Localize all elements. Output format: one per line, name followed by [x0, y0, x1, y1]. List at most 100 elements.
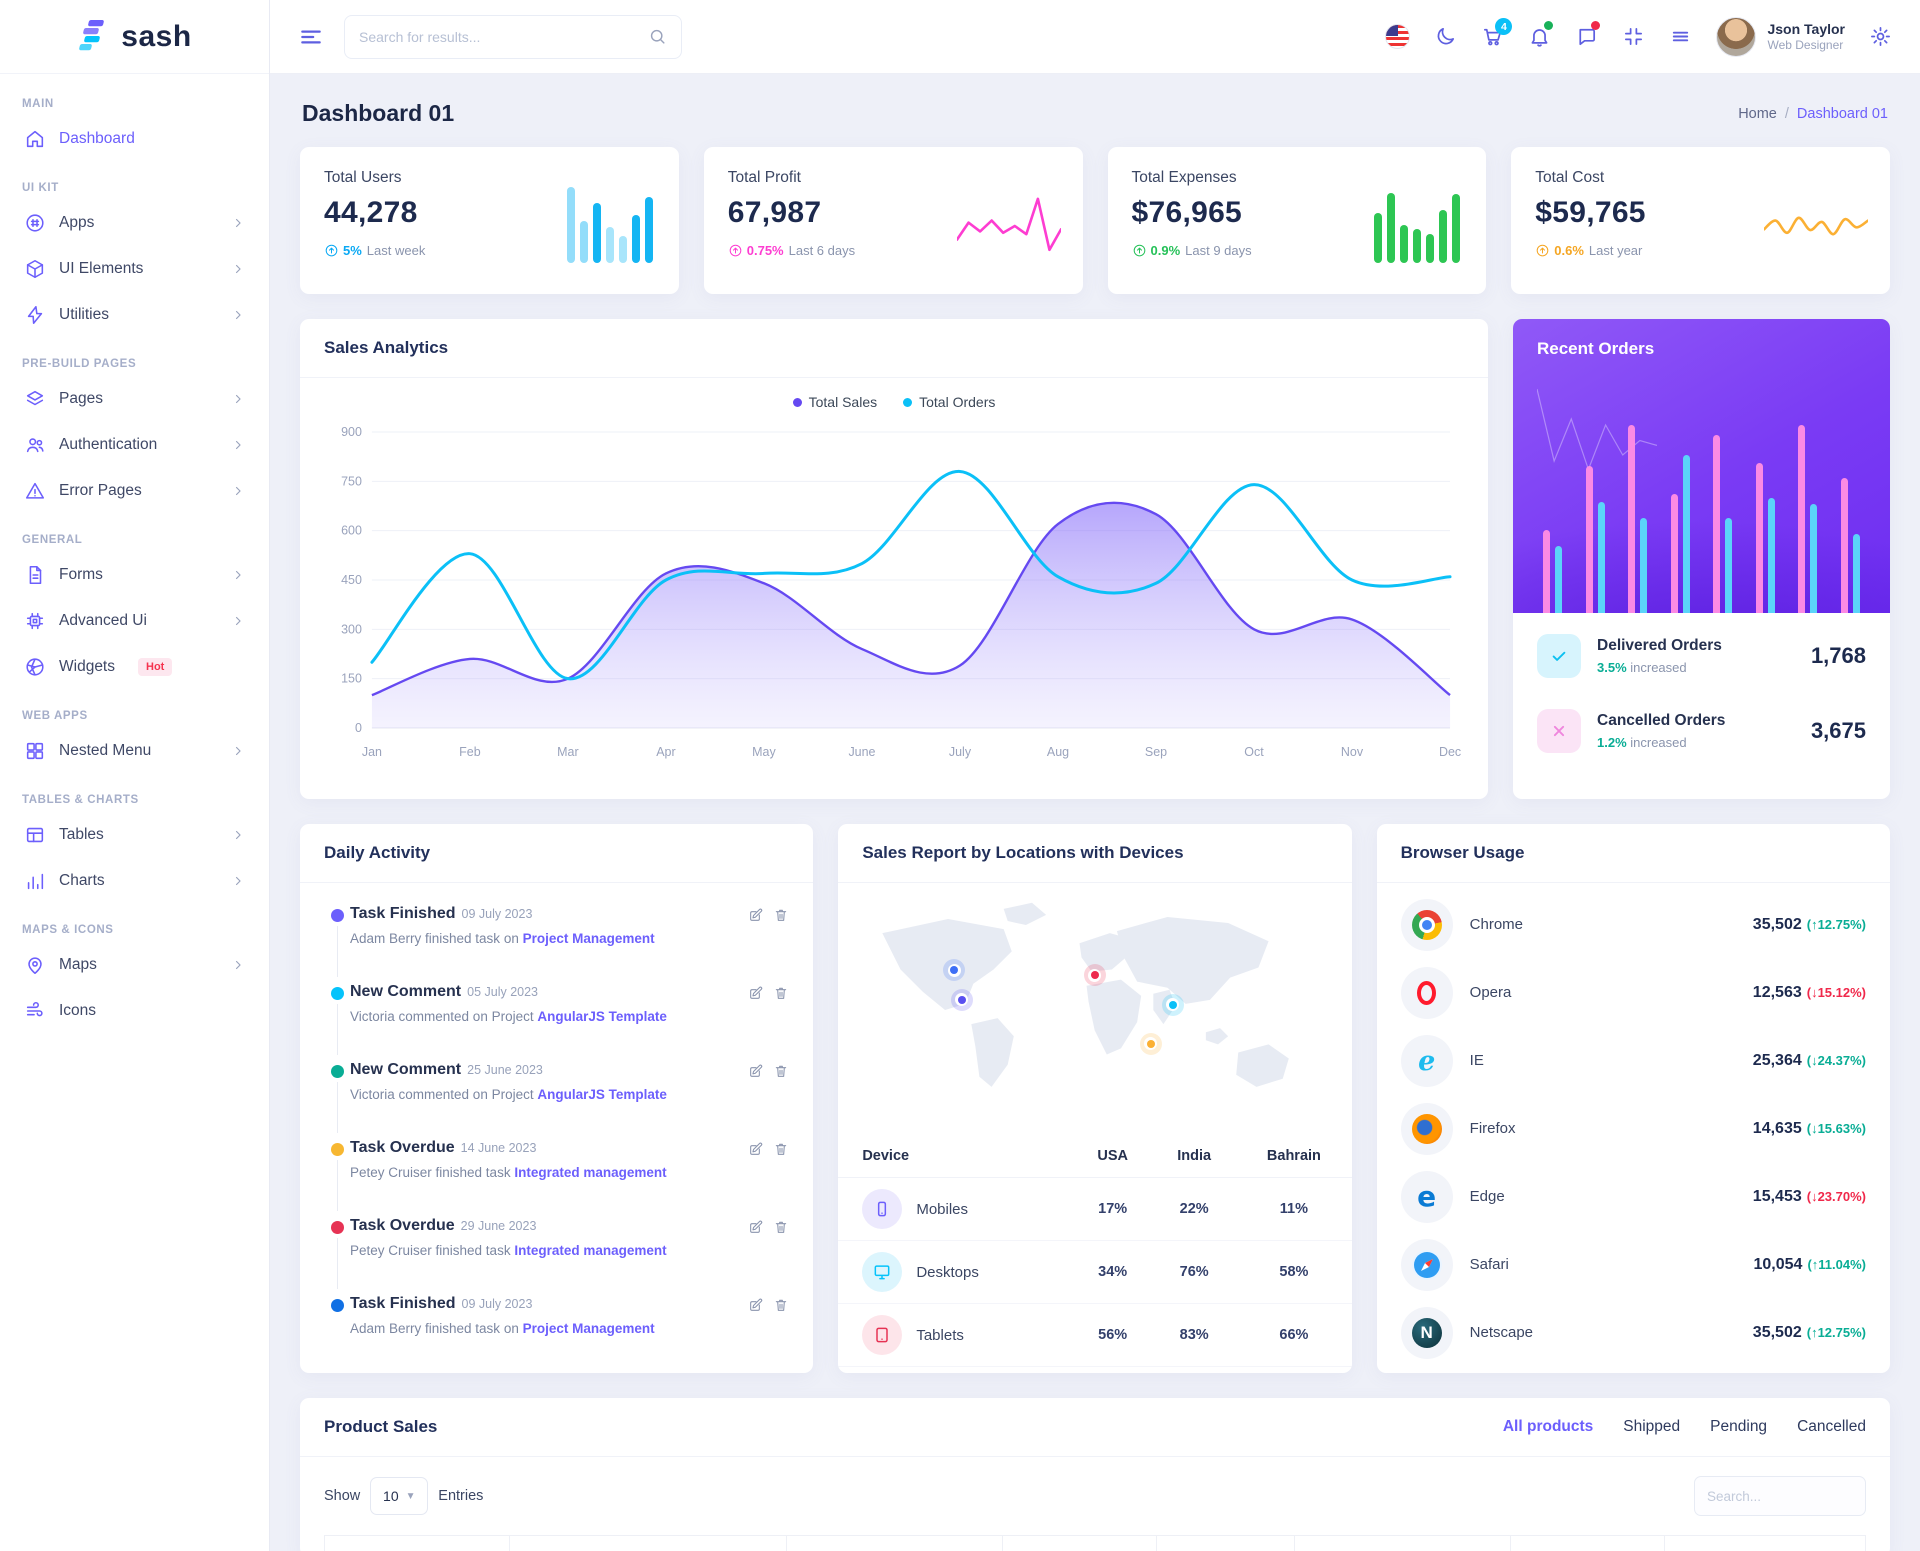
message-dot — [1591, 21, 1600, 30]
edit-icon[interactable] — [748, 985, 764, 1001]
sidebar-item-widgets[interactable]: Widgets Hot — [22, 644, 247, 690]
sidebar-item-pages[interactable]: Pages — [22, 376, 247, 422]
entries-select[interactable]: 10 ▼ — [370, 1477, 428, 1515]
edit-icon[interactable] — [748, 1219, 764, 1235]
activity-date: 05 July 2023 — [467, 985, 538, 999]
tab-pending[interactable]: Pending — [1710, 1418, 1767, 1436]
sidebar-item-tables[interactable]: Tables — [22, 812, 247, 858]
orders-summary-list: Delivered Orders 3.5% increased 1,768 Ca… — [1513, 613, 1890, 763]
notifications-bell-icon[interactable] — [1528, 25, 1551, 48]
map-location-dot[interactable] — [1140, 1033, 1162, 1055]
edit-icon[interactable] — [748, 1297, 764, 1313]
table-column-stub — [510, 1536, 787, 1551]
search-icon[interactable] — [648, 27, 667, 46]
sidebar-toggle-button[interactable] — [298, 24, 324, 50]
messages-icon[interactable] — [1575, 25, 1598, 48]
trash-icon[interactable] — [773, 1219, 789, 1235]
sidebar-item-dashboard[interactable]: Dashboard — [22, 116, 247, 162]
device-usa-value: 17% — [1073, 1178, 1152, 1241]
map-location-dot[interactable] — [1162, 994, 1184, 1016]
trash-icon[interactable] — [773, 1297, 789, 1313]
netscape-browser-icon: N — [1401, 1307, 1453, 1359]
breadcrumb-home[interactable]: Home — [1738, 106, 1777, 122]
stat-sparkline — [957, 185, 1061, 263]
dark-mode-icon[interactable] — [1434, 25, 1457, 48]
edit-icon[interactable] — [748, 1141, 764, 1157]
sales-report-card: Sales Report by Locations with Devices — [838, 824, 1351, 1373]
device-table-header: USA — [1073, 1135, 1152, 1178]
aperture-icon — [24, 656, 46, 678]
sidebar-item-advanced-ui[interactable]: Advanced Ui — [22, 598, 247, 644]
sidebar-item-error-pages[interactable]: Error Pages — [22, 468, 247, 514]
orders-bar-group — [1671, 415, 1690, 613]
browser-name: Chrome — [1470, 916, 1523, 933]
stat-sparkline — [1358, 183, 1460, 263]
right-panel-toggle-icon[interactable] — [1669, 25, 1692, 48]
activity-link[interactable]: Project Management — [523, 1321, 655, 1336]
chevron-right-icon — [231, 958, 245, 972]
trash-icon[interactable] — [773, 985, 789, 1001]
activity-link[interactable]: Integrated management — [514, 1165, 666, 1180]
edit-icon[interactable] — [748, 907, 764, 923]
activity-date: 09 July 2023 — [462, 1297, 533, 1311]
orders-bar-group — [1798, 415, 1817, 613]
cart-icon[interactable]: 4 — [1481, 25, 1504, 48]
device-bahrain-value: 11% — [1236, 1178, 1351, 1241]
browser-value: 15,453 — [1753, 1188, 1802, 1206]
sidebar-item-charts[interactable]: Charts — [22, 858, 247, 904]
trash-icon[interactable] — [773, 907, 789, 923]
settings-gear-icon[interactable] — [1869, 25, 1892, 48]
browser-value: 14,635 — [1753, 1120, 1802, 1138]
sidebar-item-maps[interactable]: Maps — [22, 942, 247, 988]
tab-all-products[interactable]: All products — [1503, 1418, 1593, 1436]
search-input[interactable] — [359, 29, 638, 45]
trash-icon[interactable] — [773, 1141, 789, 1157]
sidebar-item-authentication[interactable]: Authentication — [22, 422, 247, 468]
table-row: Mobiles 17%22%11% — [838, 1178, 1351, 1241]
map-location-dot[interactable] — [951, 989, 973, 1011]
svg-text:Dec: Dec — [1439, 745, 1461, 759]
x-icon — [1537, 709, 1581, 753]
browser-value: 35,502 — [1753, 1324, 1802, 1342]
tab-cancelled[interactable]: Cancelled — [1797, 1418, 1866, 1436]
user-menu[interactable]: Json Taylor Web Designer — [1716, 17, 1845, 57]
legend-item-total-orders[interactable]: Total Orders — [903, 394, 995, 410]
trash-icon[interactable] — [773, 1063, 789, 1079]
sidebar-item-nested-menu[interactable]: Nested Menu — [22, 728, 247, 774]
activity-link[interactable]: AngularJS Template — [537, 1009, 667, 1024]
card-title: Recent Orders — [1537, 339, 1654, 358]
device-name: Desktops — [916, 1264, 979, 1281]
sidebar-item-icons[interactable]: Icons — [22, 988, 247, 1034]
page-header: Dashboard 01 Home / Dashboard 01 — [302, 100, 1888, 127]
table-search-input[interactable] — [1694, 1476, 1866, 1516]
table-column-stub — [325, 1536, 510, 1551]
sidebar-item-ui-elements[interactable]: UI Elements — [22, 246, 247, 292]
sidebar-item-apps[interactable]: Apps — [22, 200, 247, 246]
sidebar-item-forms[interactable]: Forms — [22, 552, 247, 598]
svg-text:Oct: Oct — [1244, 745, 1264, 759]
sidebar-section-label: PRE-BUILD PAGES — [22, 358, 247, 370]
activity-link[interactable]: Project Management — [523, 931, 655, 946]
orders-bar-group — [1586, 415, 1605, 613]
device-india-value: 22% — [1152, 1178, 1236, 1241]
device-sales-table: DeviceUSAIndiaBahrain Mobiles 17%22%11% … — [838, 1135, 1351, 1367]
browser-change: (↑12.75%) — [1807, 1325, 1866, 1340]
legend-item-total-sales[interactable]: Total Sales — [793, 394, 877, 410]
user-name: Json Taylor — [1767, 21, 1845, 39]
browser-name: Netscape — [1470, 1324, 1533, 1341]
recent-orders-chart: Recent Orders — [1513, 319, 1890, 613]
table-column-stub — [1511, 1536, 1665, 1551]
activity-link[interactable]: Integrated management — [514, 1243, 666, 1258]
map-location-dot[interactable] — [943, 959, 965, 981]
map-location-dot[interactable] — [1084, 964, 1106, 986]
brand-logo[interactable]: sash — [0, 0, 269, 74]
device-india-value: 83% — [1152, 1304, 1236, 1367]
activity-link[interactable]: AngularJS Template — [537, 1087, 667, 1102]
fullscreen-icon[interactable] — [1622, 25, 1645, 48]
activity-description: Victoria commented on Project AngularJS … — [350, 1009, 733, 1024]
check-icon — [1537, 634, 1581, 678]
edit-icon[interactable] — [748, 1063, 764, 1079]
language-flag-icon[interactable] — [1385, 24, 1410, 49]
sidebar-item-utilities[interactable]: Utilities — [22, 292, 247, 338]
tab-shipped[interactable]: Shipped — [1623, 1418, 1680, 1436]
